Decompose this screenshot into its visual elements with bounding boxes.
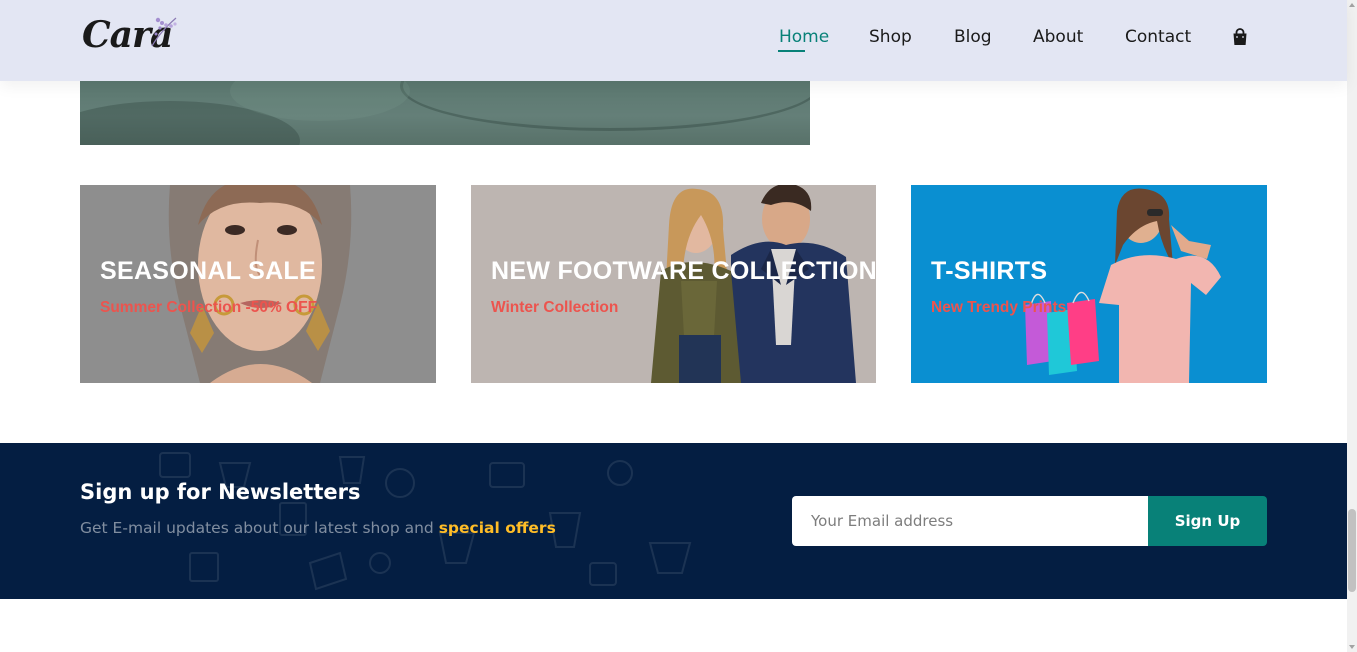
- email-input[interactable]: [792, 496, 1148, 546]
- banner-subtitle: Winter Collection: [491, 299, 619, 316]
- banner-subtitle: Summer Collection -50% OFF: [100, 299, 318, 316]
- shopping-bag-icon[interactable]: [1232, 28, 1248, 46]
- brand-logo[interactable]: Cara: [82, 12, 182, 62]
- page: Cara Home Shop Blog About Contact SEASON…: [0, 0, 1357, 652]
- scroll-up-arrow-icon[interactable]: [1349, 3, 1355, 7]
- scroll-down-arrow-icon[interactable]: [1349, 645, 1355, 649]
- newsletter-title: Sign up for Newsletters: [80, 480, 361, 504]
- banner-title: T-SHIRTS: [931, 257, 1048, 285]
- banner-seasonal-sale[interactable]: SEASONAL SALE Summer Collection -50% OFF: [80, 185, 436, 383]
- banner-title: NEW FOOTWARE COLLECTION: [491, 257, 876, 285]
- newsletter-description: Get E-mail updates about our latest shop…: [80, 519, 556, 537]
- nav-shop[interactable]: Shop: [869, 27, 912, 47]
- nav-about[interactable]: About: [1033, 27, 1083, 47]
- sign-up-button[interactable]: Sign Up: [1148, 496, 1267, 546]
- nav-blog[interactable]: Blog: [954, 27, 992, 47]
- newsletter-text: Get E-mail updates about our latest shop…: [80, 519, 434, 537]
- banner-new-footware[interactable]: NEW FOOTWARE COLLECTION Winter Collectio…: [471, 185, 876, 383]
- newsletter-highlight: special offers: [438, 519, 556, 537]
- hero-image: [80, 81, 810, 145]
- site-header: Cara Home Shop Blog About Contact: [0, 0, 1347, 81]
- newsletter-section: Sign up for Newsletters Get E-mail updat…: [0, 443, 1347, 599]
- lavender-sprig-icon: [151, 17, 177, 47]
- page-scrollbar[interactable]: [1347, 0, 1357, 652]
- banner-subtitle: New Trendy Prints: [931, 299, 1067, 316]
- scrollbar-thumb[interactable]: [1348, 509, 1356, 592]
- banner-title: SEASONAL SALE: [100, 257, 316, 285]
- shopping-woman-image: [1025, 188, 1221, 383]
- nav-active-underline: [778, 50, 805, 52]
- nav-contact[interactable]: Contact: [1125, 27, 1191, 47]
- nav-home[interactable]: Home: [779, 27, 829, 47]
- banner-t-shirts[interactable]: T-SHIRTS New Trendy Prints: [911, 185, 1267, 383]
